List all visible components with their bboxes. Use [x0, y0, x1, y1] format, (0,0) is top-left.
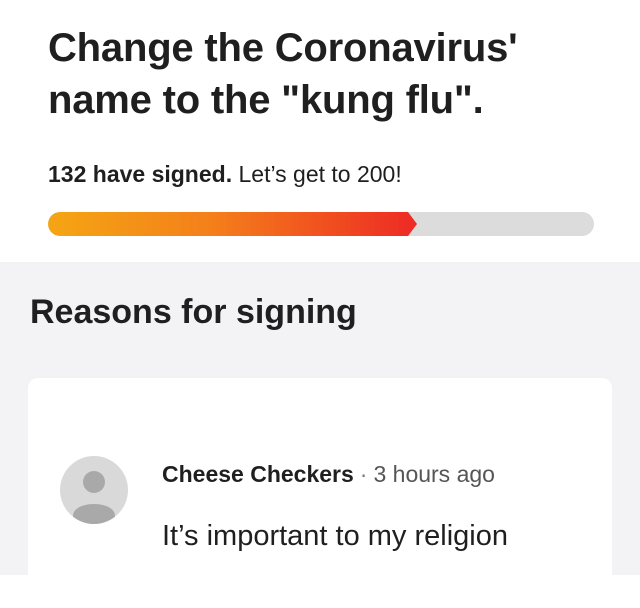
- meta-separator: ·: [359, 461, 368, 487]
- reasons-heading: Reasons for signing: [30, 293, 357, 331]
- petition-header: Change the Coronavirus' name to the "kun…: [0, 0, 640, 262]
- signature-count: 132 have signed.: [48, 161, 233, 187]
- comment-card: Cheese Checkers · 3 hours ago It’s importa…: [28, 378, 612, 608]
- comment-text: It’s important to my religion: [162, 520, 508, 552]
- comment-author[interactable]: Cheese Checkers: [162, 461, 354, 487]
- comment-meta: Cheese Checkers · 3 hours ago: [162, 460, 495, 488]
- signature-goal: Let’s get to 200!: [238, 161, 402, 187]
- signature-progress-fill: [48, 212, 418, 236]
- signature-status: 132 have signed. Let’s get to 200!: [48, 160, 402, 188]
- comment-timestamp: 3 hours ago: [373, 461, 495, 487]
- user-avatar-icon[interactable]: [60, 456, 128, 524]
- signature-progress-bar: [48, 212, 594, 236]
- petition-title: Change the Coronavirus' name to the "kun…: [48, 26, 518, 122]
- reasons-section: Reasons for signing Cheese Checkers · 3 ho…: [0, 262, 640, 608]
